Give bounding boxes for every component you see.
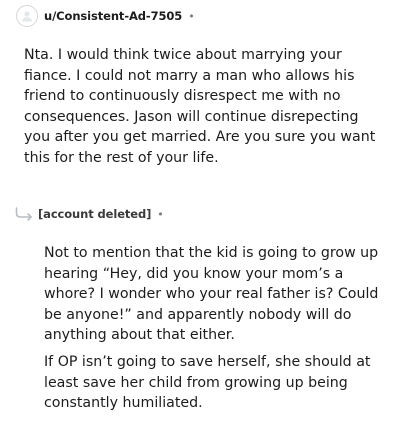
comment-author-deleted: [account deleted] [38,207,152,221]
comment-header: u/Consistent-Ad-7505 • [16,5,195,27]
meta-separator: • [157,207,164,221]
reply-header: [account deleted] • [14,206,164,222]
user-avatar-icon[interactable] [16,5,38,27]
reply-arrow-icon [15,207,32,221]
reply-paragraph: Not to mention that the kid is going to … [44,245,379,344]
reply-body: Not to mention that the kid is going to … [44,243,384,420]
comment-author[interactable]: u/Consistent-Ad-7505 [44,9,182,23]
comment-body: Nta. I would think twice about marrying … [24,47,376,166]
meta-separator: • [188,9,195,23]
reply-paragraph: If OP isn’t going to save herself, she s… [44,353,371,412]
